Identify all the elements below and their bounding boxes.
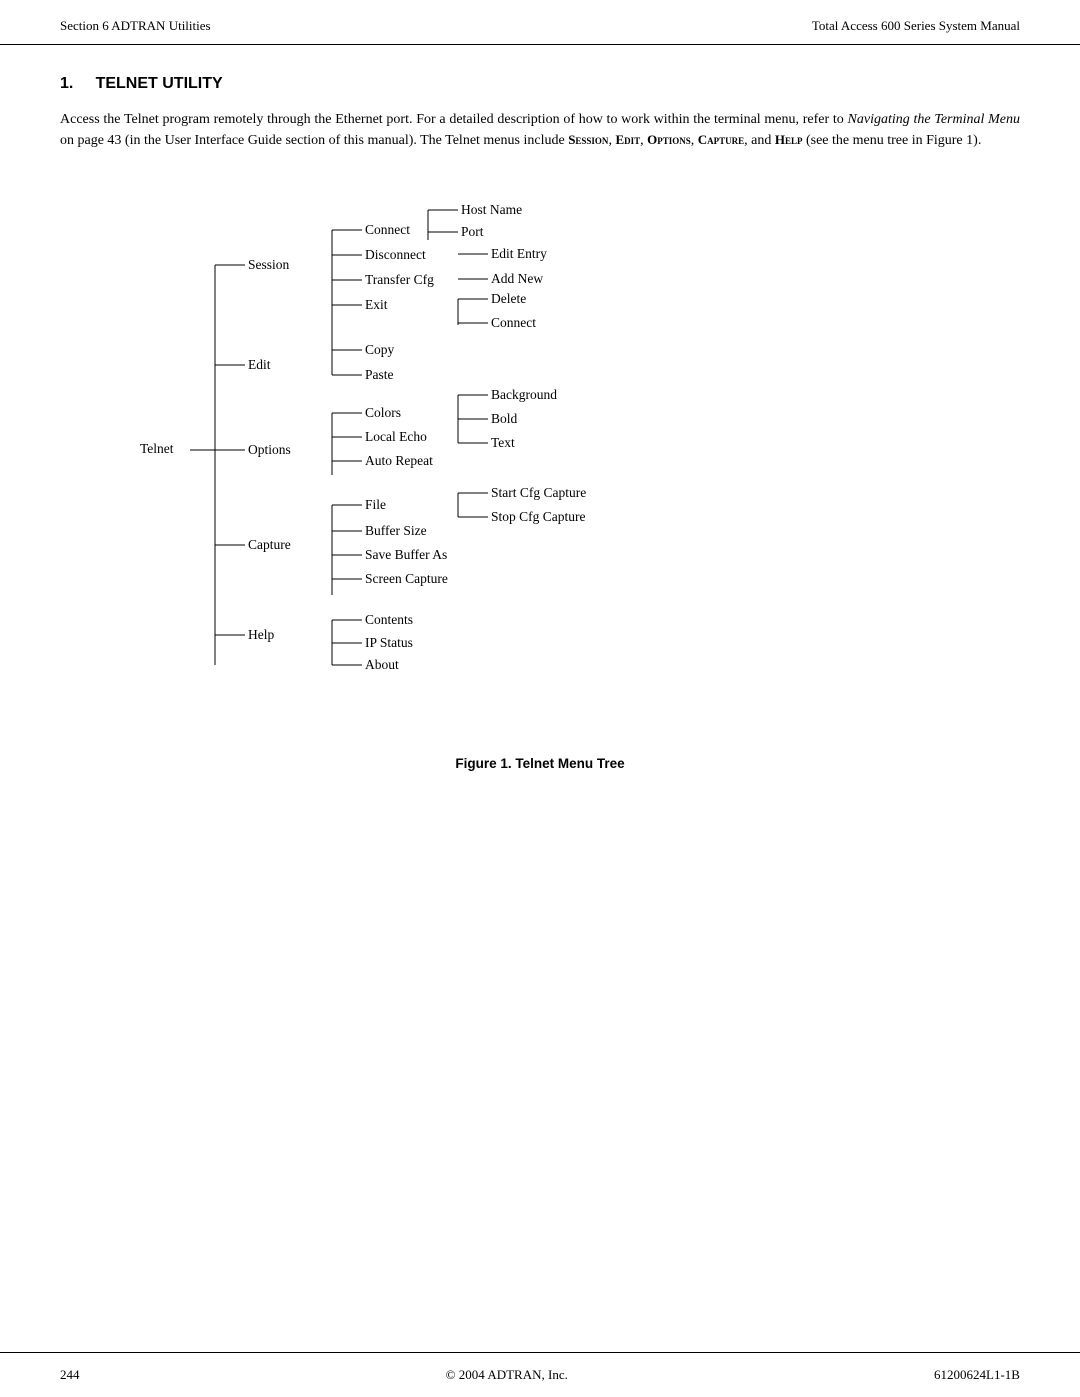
menu-tree-svg: Telnet Session Connect Host N [110, 175, 810, 735]
screen-capture-label: Screen Capture [365, 571, 448, 586]
exit-label: Exit [365, 297, 388, 312]
start-cfg-capture-label: Start Cfg Capture [491, 485, 586, 500]
header-right: Total Access 600 Series System Manual [812, 18, 1020, 34]
edit-entry-label: Edit Entry [491, 246, 547, 261]
root-label: Telnet [140, 441, 174, 456]
figure-caption: Figure 1. Telnet Menu Tree [60, 756, 1020, 771]
menu-session: Session [568, 132, 608, 147]
section-heading: 1. TELNET UTILITY [60, 75, 1020, 93]
edit-menu-label: Edit [248, 357, 271, 372]
section-number: 1. [60, 75, 73, 92]
disconnect-label: Disconnect [365, 247, 426, 262]
footer-copyright: © 2004 ADTRAN, Inc. [446, 1367, 568, 1383]
about-label: About [365, 657, 399, 672]
file-label: File [365, 497, 386, 512]
menu-tree-diagram: Telnet Session Connect Host N [110, 175, 1020, 740]
footer-page-number: 244 [60, 1367, 80, 1383]
colors-label: Colors [365, 405, 401, 420]
bold-label: Bold [491, 411, 518, 426]
page-header: Section 6 ADTRAN Utilities Total Access … [0, 0, 1080, 45]
auto-repeat-label: Auto Repeat [365, 453, 433, 468]
italic-reference: Navigating the Terminal Menu [848, 112, 1020, 127]
host-name-label: Host Name [461, 202, 522, 217]
help-label: Help [248, 627, 274, 642]
body-paragraph: Access the Telnet program remotely throu… [60, 109, 1020, 151]
local-echo-label: Local Echo [365, 429, 427, 444]
connect2-label: Connect [491, 315, 536, 330]
port-label: Port [461, 224, 484, 239]
stop-cfg-capture-label: Stop Cfg Capture [491, 509, 586, 524]
paste-label: Paste [365, 367, 394, 382]
buffer-size-label: Buffer Size [365, 523, 427, 538]
options-label: Options [248, 442, 291, 457]
session-label: Session [248, 257, 290, 272]
main-content: 1. TELNET UTILITY Access the Telnet prog… [0, 45, 1080, 831]
copy-label: Copy [365, 342, 395, 357]
capture-label: Capture [248, 537, 291, 552]
section-title: TELNET UTILITY [96, 75, 223, 92]
connect-label: Connect [365, 222, 410, 237]
save-buffer-as-label: Save Buffer As [365, 547, 447, 562]
transfer-cfg-label: Transfer Cfg [365, 272, 434, 287]
footer-doc-number: 61200624L1-1B [934, 1367, 1020, 1383]
ip-status-label: IP Status [365, 635, 413, 650]
menu-help: Help [775, 132, 803, 147]
delete-label: Delete [491, 291, 526, 306]
add-new-label: Add New [491, 271, 543, 286]
contents-label: Contents [365, 612, 413, 627]
text-label: Text [491, 435, 515, 450]
menu-capture: Capture [698, 132, 744, 147]
background-label: Background [491, 387, 557, 402]
page: Section 6 ADTRAN Utilities Total Access … [0, 0, 1080, 1397]
menu-edit: Edit [615, 132, 640, 147]
page-footer: 244 © 2004 ADTRAN, Inc. 61200624L1-1B [0, 1352, 1080, 1397]
menu-options: Options [647, 132, 691, 147]
header-left: Section 6 ADTRAN Utilities [60, 18, 211, 34]
